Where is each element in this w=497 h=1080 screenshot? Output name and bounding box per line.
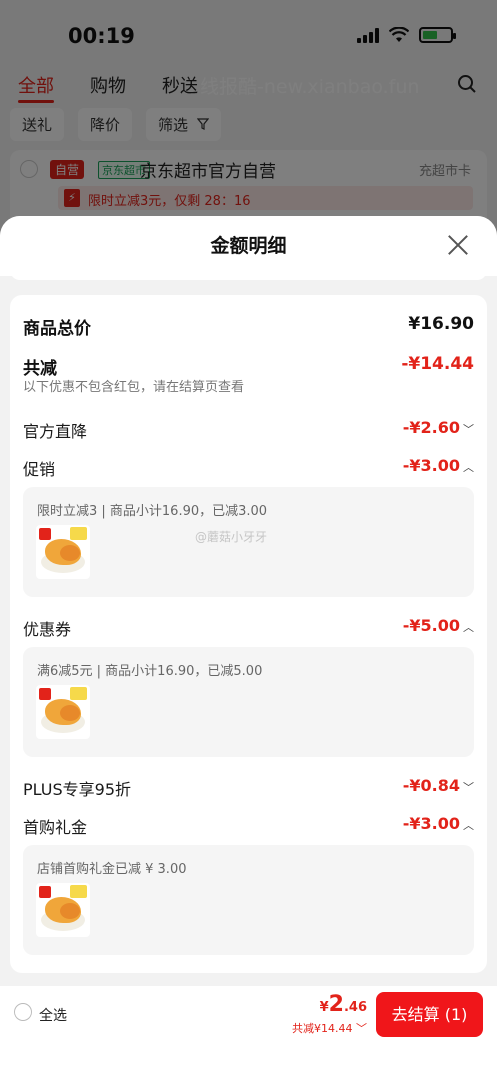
select-all-radio[interactable] bbox=[14, 1003, 32, 1021]
checkout-footer: 全选 ¥2.46 共减¥14.44 ﹀ 去结算 (1) bbox=[0, 986, 497, 1080]
plus-discount-amount: -¥0.84 ﹀ bbox=[403, 776, 474, 795]
gift-detail-box: 店铺首购礼金已减 ¥ 3.00 bbox=[23, 845, 474, 955]
coupon-label: 优惠券 bbox=[23, 620, 72, 639]
coupon-value: -¥5.00 bbox=[402, 616, 460, 635]
chevron-up-icon: ︿ bbox=[463, 818, 474, 832]
total-value: ¥16.90 bbox=[408, 314, 474, 334]
price-integer: 2 bbox=[328, 992, 344, 1017]
sheet-header: 金额明细 bbox=[0, 216, 497, 276]
reduce-row: 共减 -¥14.44 以下优惠不包含红包，请在结算页查看 bbox=[23, 354, 474, 395]
price-reduce-text: 共减¥14.44 bbox=[292, 1022, 353, 1035]
chevron-down-icon: ﹀ bbox=[463, 780, 474, 794]
coupon-amount: -¥5.00 ︿ bbox=[403, 616, 474, 635]
reduce-value: -¥14.44 bbox=[401, 354, 474, 374]
product-thumbnail[interactable] bbox=[36, 525, 90, 579]
chevron-down-icon: ﹀ bbox=[463, 422, 474, 436]
official-discount-label: 官方直降 bbox=[23, 422, 88, 441]
price-decimal: .46 bbox=[343, 1000, 367, 1015]
total-label: 商品总价 bbox=[23, 319, 91, 339]
promotion-value: -¥3.00 bbox=[402, 456, 460, 475]
price-reduce-toggle[interactable]: 共减¥14.44 ﹀ bbox=[292, 1020, 367, 1036]
price-symbol: ¥ bbox=[319, 1000, 329, 1015]
weibo-watermark: @蘑菇小牙牙 bbox=[195, 530, 268, 544]
close-icon[interactable] bbox=[447, 234, 469, 256]
coupon-detail-text: 满6减5元 | 商品小计16.90，已减5.00 bbox=[37, 664, 263, 679]
sheet-divider bbox=[10, 270, 487, 280]
select-all-label[interactable]: 全选 bbox=[39, 1005, 67, 1025]
plus-discount-row[interactable]: PLUS专享95折 -¥0.84 ﹀ bbox=[23, 776, 474, 800]
official-discount-amount: -¥2.60 ﹀ bbox=[403, 418, 474, 437]
first-purchase-gift-label: 首购礼金 bbox=[23, 818, 88, 837]
chevron-down-icon: ﹀ bbox=[352, 1022, 367, 1035]
coupon-row[interactable]: 优惠券 -¥5.00 ︿ bbox=[23, 616, 474, 640]
plus-discount-value: -¥0.84 bbox=[402, 776, 460, 795]
sheet-title: 金额明细 bbox=[210, 235, 287, 257]
reduce-note: 以下优惠不包含红包，请在结算页查看 bbox=[23, 380, 245, 395]
promotion-row[interactable]: 促销 -¥3.00 ︿ bbox=[23, 456, 474, 480]
first-purchase-gift-value: -¥3.00 bbox=[402, 814, 460, 833]
first-purchase-gift-amount: -¥3.00 ︿ bbox=[403, 814, 474, 833]
coupon-detail-box: 满6减5元 | 商品小计16.90，已减5.00 bbox=[23, 647, 474, 757]
checkout-button[interactable]: 去结算 (1) bbox=[376, 992, 483, 1037]
product-thumbnail[interactable] bbox=[36, 685, 90, 739]
gift-detail-text: 店铺首购礼金已减 ¥ 3.00 bbox=[37, 862, 187, 877]
amount-detail-sheet: 金额明细 商品总价 ¥16.90 共减 -¥14.44 以下优惠不包含红包，请在… bbox=[0, 216, 497, 1080]
product-thumbnail[interactable] bbox=[36, 883, 90, 937]
total-row: 商品总价 ¥16.90 bbox=[23, 314, 474, 339]
official-discount-row[interactable]: 官方直降 -¥2.60 ﹀ bbox=[23, 418, 474, 442]
official-discount-value: -¥2.60 bbox=[402, 418, 460, 437]
total-price: ¥2.46 bbox=[320, 992, 367, 1017]
chevron-up-icon: ︿ bbox=[463, 620, 474, 634]
promotion-amount: -¥3.00 ︿ bbox=[403, 456, 474, 475]
promotion-label: 促销 bbox=[23, 460, 56, 479]
chevron-up-icon: ︿ bbox=[463, 460, 474, 474]
first-purchase-gift-row[interactable]: 首购礼金 -¥3.00 ︿ bbox=[23, 814, 474, 838]
plus-discount-label: PLUS专享95折 bbox=[23, 780, 131, 799]
detail-card: 商品总价 ¥16.90 共减 -¥14.44 以下优惠不包含红包，请在结算页查看… bbox=[10, 295, 487, 973]
promotion-detail-text: 限时立减3 | 商品小计16.90，已减3.00 bbox=[37, 504, 268, 519]
